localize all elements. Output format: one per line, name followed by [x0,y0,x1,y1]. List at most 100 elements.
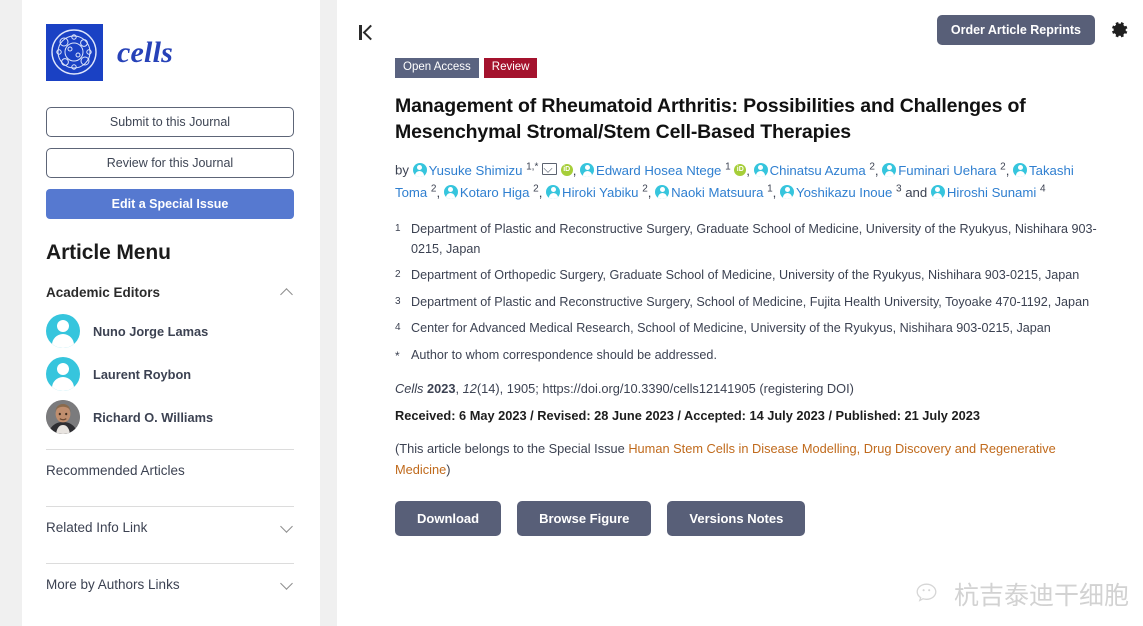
author-name[interactable]: Fuminari Uehara [898,163,1000,178]
author-affiliation-marker: 1,* [526,161,539,173]
editor-name: Richard O. Williams [93,409,214,425]
editor-name: Nuno Jorge Lamas [93,323,209,339]
author-separator: , [572,162,577,178]
citation-doi-note: (registering DOI) [759,381,854,397]
author-name[interactable]: Hiroshi Sunami [947,185,1040,200]
submit-to-journal-button[interactable]: Submit to this Journal [46,107,294,137]
person-icon[interactable] [753,162,768,177]
person-icon[interactable] [546,184,561,199]
author-name[interactable]: Hiroki Yabiku [562,185,642,200]
person-icon[interactable] [1013,162,1028,177]
affiliation-marker: 2 [395,269,401,281]
author-entry: Fuminari Uehara 2, [882,161,1010,178]
versions-notes-button[interactable]: Versions Notes [667,500,806,536]
person-icon[interactable] [882,162,897,177]
journal-name: cells [117,35,173,69]
sidebar-link-recommended-articles[interactable]: Recommended Articles [46,450,294,491]
author-name[interactable]: Naoki Matsuura [671,185,767,200]
author-entry: Yusuke Shimizu 1,* , [412,161,577,178]
article-menu-title: Article Menu [46,241,171,264]
editor-item[interactable]: Nuno Jorge Lamas [46,314,294,348]
special-issue-suffix: ) [446,461,451,477]
special-issue-prefix: (This article belongs to the Special Iss… [395,441,629,457]
person-icon[interactable] [655,184,670,199]
author-list: by Yusuke Shimizu 1,* , Edward Hosea Nte… [395,159,1103,203]
author-separator: , [436,184,441,200]
academic-editors-section-header[interactable]: Academic Editors [46,285,294,300]
journal-logo[interactable]: cells [46,24,294,81]
affiliation-item: 3 Department of Plastic and Reconstructi… [395,293,1103,313]
publication-dates: Received: 6 May 2023 / Revised: 28 June … [395,408,980,424]
citation-issue: (14) [476,381,500,397]
author-entry: Hiroshi Sunami 4 [930,183,1046,200]
author-entry: Yoshikazu Inoue 3 and [780,183,928,200]
affiliation-text: Center for Advanced Medical Research, Sc… [411,321,1051,336]
article-content: Open Access Review Management of Rheumat… [337,58,1143,536]
edit-special-issue-button[interactable]: Edit a Special Issue [46,189,294,219]
author-separator: , [1005,162,1010,178]
person-icon[interactable] [580,162,595,177]
review-for-journal-button[interactable]: Review for this Journal [46,148,294,178]
sidebar-link-label: Related Info Link [46,520,148,535]
sidebar-link-label: More by Authors Links [46,577,180,592]
author-entry: Hiroki Yabiku 2, [546,183,651,200]
author-separator: , [746,162,750,178]
email-icon[interactable] [542,162,558,175]
citation-article-number: 1905 [506,381,536,397]
chevron-down-icon [281,521,294,534]
watermark-text: 杭吉泰迪干细胞 [953,581,1129,610]
affiliation-marker: 4 [395,322,401,334]
sidebar-link-more-by-authors[interactable]: More by Authors Links [46,564,294,605]
affiliation-text: Department of Plastic and Reconstructive… [411,294,1090,309]
collapse-to-start-icon[interactable] [359,22,381,42]
author-name[interactable]: Yoshikazu Inoue [796,185,896,200]
watermark: 杭吉泰迪干细胞 [916,576,1129,612]
author-entry: Kotaro Higa 2, [443,183,543,200]
affiliation-text: Author to whom correspondence should be … [411,347,717,362]
author-separator: , [538,184,543,200]
avatar [46,357,80,391]
person-icon[interactable] [412,162,427,177]
editor-item[interactable]: Laurent Roybon [46,357,294,391]
citation-doi[interactable]: https://doi.org/10.3390/cells12141905 [542,381,755,396]
author-name[interactable]: Kotaro Higa [460,185,533,200]
badge-group: Open Access Review [395,58,1103,78]
correspondence-note: * Author to whom correspondence should b… [395,346,1103,366]
affiliation-text: Department of Plastic and Reconstructive… [411,222,1097,256]
citation-year: 2023 [427,381,456,397]
author-separator: , [772,184,777,200]
academic-editors-label: Academic Editors [46,285,161,300]
citation-volume: 12 [462,381,477,397]
author-name[interactable]: Chinatsu Azuma [770,163,870,178]
author-separator: and [901,184,928,200]
orcid-icon[interactable] [560,163,573,176]
person-icon[interactable] [930,184,945,199]
person-icon[interactable] [780,184,795,199]
author-affiliation-marker: 1 [725,161,731,173]
status-badge-open-access: Open Access [395,58,479,78]
main-toolbar: Order Article Reprints [337,0,1143,58]
author-affiliation-marker: 4 [1039,183,1046,195]
article-page: cells Submit to this Journal Review for … [0,0,1143,626]
orcid-icon[interactable] [734,163,747,176]
author-entry: Chinatsu Azuma 2, [753,161,879,178]
editor-item[interactable]: Richard O. Williams [46,400,294,434]
special-issue-note: (This article belongs to the Special Iss… [395,439,1103,480]
citation-line: Cells 2023, 12(14), 1905; https://doi.or… [395,381,854,397]
affiliation-marker: 1 [395,223,401,235]
author-name[interactable]: Edward Hosea Ntege [596,163,725,178]
affiliation-list: 1 Department of Plastic and Reconstructi… [395,220,1103,365]
person-icon[interactable] [443,184,458,199]
wechat-icon [916,582,945,606]
author-name[interactable]: Yusuke Shimizu [429,163,527,178]
download-button[interactable]: Download [395,500,502,536]
order-article-reprints-button[interactable]: Order Article Reprints [936,15,1095,45]
avatar [46,314,80,348]
citation-journal: Cells [395,381,424,397]
sidebar-link-related-info[interactable]: Related Info Link [46,507,294,548]
gear-icon[interactable] [1107,18,1131,42]
action-button-group: Download Browse Figure Versions Notes [395,500,1103,536]
browse-figure-button[interactable]: Browse Figure [517,500,652,536]
page-title: Management of Rheumatoid Arthritis: Poss… [395,94,1026,143]
avatar [46,400,80,434]
